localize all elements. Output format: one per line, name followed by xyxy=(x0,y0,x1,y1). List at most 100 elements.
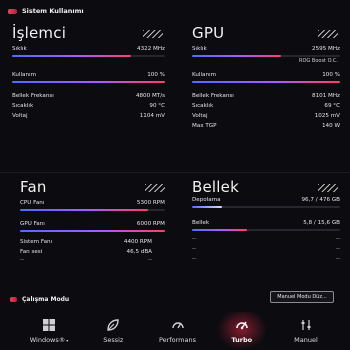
operating-mode-selector: Windows®▾ Sessiz Performans Turbo Manuel xyxy=(20,312,335,350)
cpu-usage-row: Kullanım 100 % xyxy=(12,70,165,79)
leaf-icon xyxy=(107,319,119,331)
storage-label: Depolama xyxy=(192,196,221,203)
cpu-memory-frequency-row: Bellek Frekansı 4800 MT/s xyxy=(12,91,165,100)
memory-empty-value: -- xyxy=(335,236,340,242)
mode-manual-label: Manuel xyxy=(294,336,318,344)
mode-windows-button[interactable]: Windows®▾ xyxy=(20,318,78,350)
gpu-voltage-row: Voltaj 1025 mV xyxy=(192,111,340,120)
gpu-voltage-label: Voltaj xyxy=(192,112,208,119)
fan-panel: Fan CPU Fanı 5300 RPM GPU Fanı 6000 RPM … xyxy=(20,178,165,268)
gpu-fan-fill xyxy=(20,230,165,232)
gpu-frequency-label: Sıklık xyxy=(192,45,207,52)
cpu-fan-value: 5300 RPM xyxy=(136,199,165,206)
memory-empty-value: -- xyxy=(335,246,340,252)
windows-icon xyxy=(43,319,55,331)
mode-turbo-label: Turbo xyxy=(231,336,253,344)
system-fan-label: Sistem Fanı xyxy=(20,238,53,245)
memory-empty-label: -- xyxy=(192,236,197,242)
operating-mode-icon xyxy=(10,297,17,302)
operating-mode-title: Çalışma Modu xyxy=(22,296,70,303)
cpu-temperature-value: 90 °C xyxy=(149,102,165,109)
fan-empty-value: -- xyxy=(147,257,152,263)
cpu-frequency-value: 4322 MHz xyxy=(137,45,165,52)
performance-icon xyxy=(171,322,184,329)
memory-empty-row: -- -- xyxy=(192,256,340,265)
fan-noise-label: Fan sesi xyxy=(20,248,43,255)
gpu-usage-fill xyxy=(192,81,340,83)
cpu-frequency-bar xyxy=(12,55,165,57)
gpu-fan-label: GPU Fanı xyxy=(20,220,45,227)
fan-noise-row: Fan sesi 46,5 dBA xyxy=(20,247,152,256)
gpu-usage-label: Kullanım xyxy=(192,71,217,78)
fan-empty-row: -- -- xyxy=(20,257,152,266)
cpu-memory-frequency-label: Bellek Frekansı xyxy=(12,92,54,99)
cpu-temperature-row: Sıcaklık 90 °C xyxy=(12,101,165,110)
cpu-usage-value: 100 % xyxy=(147,71,165,78)
gpu-memory-frequency-value: 8101 MHz xyxy=(312,92,340,99)
gpu-temperature-row: Sıcaklık 69 °C xyxy=(192,101,340,110)
gpu-max-tgp-value: 140 W xyxy=(322,122,340,129)
cpu-temperature-label: Sıcaklık xyxy=(12,102,34,109)
cpu-panel: İşlemci Sıklık 4322 MHz Kullanım 100 % B… xyxy=(12,24,165,144)
cpu-frequency-row: Sıklık 4322 MHz xyxy=(12,44,165,53)
gpu-panel: GPU Sıklık 2595 MHz ROG Boost O.C. Kulla… xyxy=(192,24,340,144)
gpu-fan-bar xyxy=(20,230,165,232)
gpu-fan-row: GPU Fanı 6000 RPM xyxy=(20,219,165,228)
ram-value: 5,8 / 15,6 GB xyxy=(303,219,340,226)
mode-silent-label: Sessiz xyxy=(103,336,124,344)
mode-silent-button[interactable]: Sessiz xyxy=(84,318,142,350)
gpu-max-tgp-row: Max TGP 140 W xyxy=(192,121,340,130)
panel-decoration-icon xyxy=(318,184,338,192)
gpu-temperature-label: Sıcaklık xyxy=(192,102,214,109)
system-fan-value: 4400 RPM xyxy=(123,238,152,245)
storage-row: Depolama 96,7 / 476 GB xyxy=(192,195,340,204)
fan-noise-value: 46,5 dBA xyxy=(126,248,152,255)
gpu-voltage-value: 1025 mV xyxy=(314,112,340,119)
cpu-fan-label: CPU Fanı xyxy=(20,199,45,206)
memory-empty-row: -- -- xyxy=(192,246,340,255)
ram-bar xyxy=(192,229,340,231)
ram-fill xyxy=(192,229,247,231)
system-fan-row: Sistem Fanı 4400 RPM xyxy=(20,237,152,246)
mode-windows-label: Windows®▾ xyxy=(29,336,69,344)
cpu-fan-bar xyxy=(20,209,165,211)
fan-title: Fan xyxy=(20,178,47,196)
gpu-fan-value: 6000 RPM xyxy=(136,220,165,227)
gpu-frequency-fill xyxy=(192,55,281,57)
cpu-voltage-row: Voltaj 1104 mV xyxy=(12,111,165,120)
panel-decoration-icon xyxy=(145,184,165,192)
panel-decoration-icon xyxy=(318,30,338,38)
cpu-voltage-label: Voltaj xyxy=(12,112,28,119)
gpu-frequency-bar xyxy=(192,55,340,57)
cpu-usage-bar xyxy=(12,81,165,83)
memory-panel: Bellek Depolama 96,7 / 476 GB Bellek 5,8… xyxy=(192,178,340,273)
turbo-icon xyxy=(236,321,248,330)
gpu-usage-bar xyxy=(192,81,340,83)
gpu-frequency-row: Sıklık 2595 MHz xyxy=(192,44,340,53)
memory-empty-value: -- xyxy=(335,256,340,262)
mode-turbo-button[interactable]: Turbo xyxy=(213,312,271,350)
cpu-usage-fill xyxy=(12,81,165,83)
gpu-memory-frequency-label: Bellek Frekansı xyxy=(192,92,234,99)
gpu-frequency-value: 2595 MHz xyxy=(312,45,340,52)
cpu-fan-row: CPU Fanı 5300 RPM xyxy=(20,198,165,207)
panel-decoration-icon xyxy=(143,30,163,38)
cpu-memory-frequency-value: 4800 MT/s xyxy=(135,92,165,99)
cpu-fan-fill xyxy=(20,209,148,211)
gpu-temperature-value: 69 °C xyxy=(324,102,340,109)
storage-value: 96,7 / 476 GB xyxy=(301,196,340,203)
gpu-usage-row: Kullanım 100 % xyxy=(192,70,340,79)
system-usage-icon xyxy=(8,8,17,14)
operating-mode-header: Çalışma Modu xyxy=(10,296,69,303)
cpu-frequency-fill xyxy=(12,55,132,57)
mode-manual-button[interactable]: Manuel xyxy=(277,318,335,350)
gpu-memory-frequency-row: Bellek Frekansı 8101 MHz xyxy=(192,91,340,100)
ram-label: Bellek xyxy=(192,219,210,226)
memory-empty-label: -- xyxy=(192,256,197,262)
manual-mode-edit-button[interactable]: Manuel Modu Düz... xyxy=(270,291,334,303)
mode-performance-button[interactable]: Performans xyxy=(149,318,207,350)
fan-empty-label: -- xyxy=(20,257,25,263)
memory-empty-row: -- -- xyxy=(192,236,340,245)
system-usage-header: Sistem Kullanımı xyxy=(0,0,350,22)
gpu-usage-value: 100 % xyxy=(322,71,340,78)
